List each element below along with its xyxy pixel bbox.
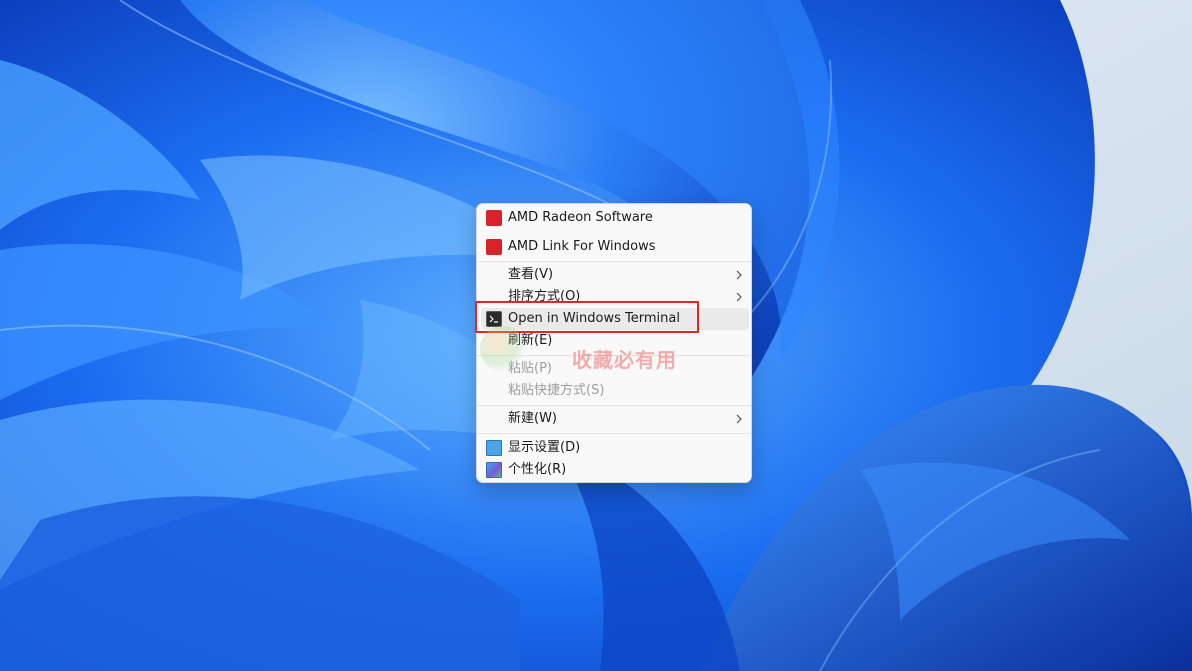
chevron-right-icon	[736, 270, 742, 280]
amd-icon	[486, 239, 502, 255]
menu-item-label: 粘贴快捷方式(S)	[508, 383, 605, 398]
menu-item-label: 查看(V)	[508, 267, 554, 282]
chevron-right-icon	[736, 292, 742, 302]
menu-item-display-settings[interactable]: 显示设置(D)	[481, 437, 749, 459]
menu-item-paste-shortcut: 粘贴快捷方式(S)	[481, 380, 749, 402]
menu-item-personalize[interactable]: 个性化(R)	[481, 459, 749, 481]
menu-item-amd-radeon-software[interactable]: AMD Radeon Software	[481, 207, 749, 229]
watermark-logo	[480, 326, 526, 372]
menu-item-label: 个性化(R)	[508, 462, 567, 477]
personalize-icon	[486, 462, 502, 478]
menu-item-label: AMD Radeon Software	[508, 210, 653, 225]
monitor-icon	[486, 440, 502, 456]
amd-icon	[486, 210, 502, 226]
menu-item-view[interactable]: 查看(V)	[481, 264, 749, 286]
watermark-text: 收藏必有用	[572, 348, 677, 372]
menu-separator	[477, 261, 751, 262]
menu-item-amd-link[interactable]: AMD Link For Windows	[481, 236, 749, 258]
menu-item-label: AMD Link For Windows	[508, 239, 656, 254]
menu-item-label: 新建(W)	[508, 411, 557, 426]
menu-item-label: 显示设置(D)	[508, 440, 581, 455]
chevron-right-icon	[736, 414, 742, 424]
menu-separator	[477, 405, 751, 406]
menu-item-new[interactable]: 新建(W)	[481, 408, 749, 430]
menu-separator	[477, 433, 751, 434]
